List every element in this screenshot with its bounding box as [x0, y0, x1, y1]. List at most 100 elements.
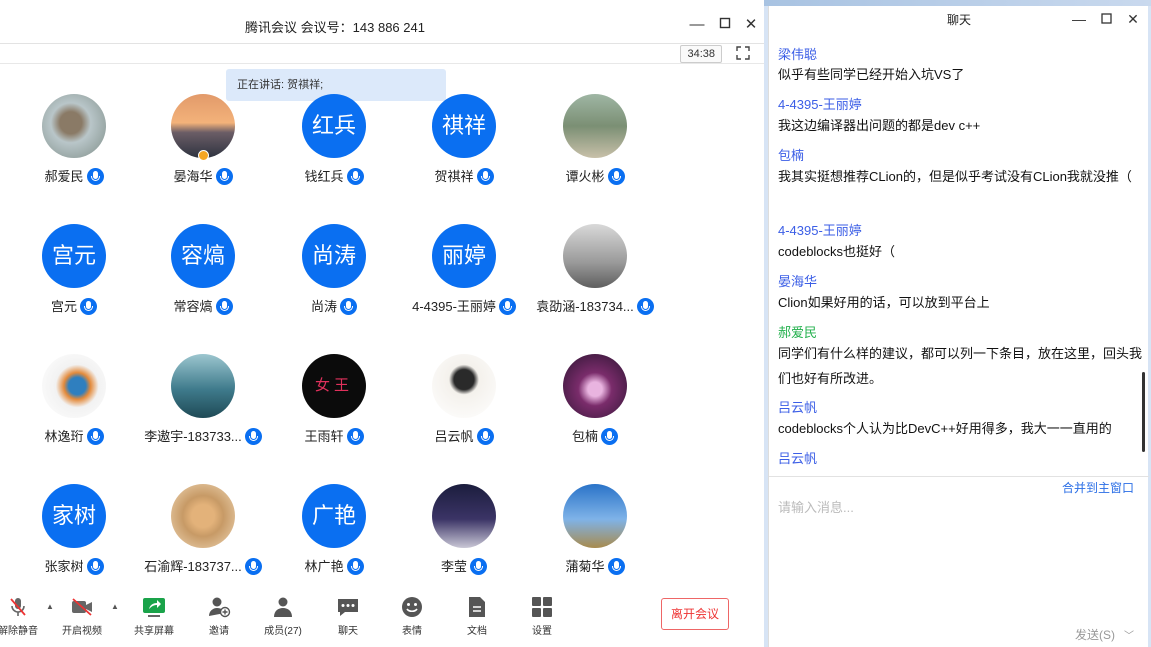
chat-message-text: 同学们有什么样的建议，都可以列一下条目，放在这里，回头我们也好有所改进。 — [778, 346, 1143, 386]
participant-tile[interactable]: 晏海华 — [138, 94, 268, 204]
fullscreen-icon[interactable] — [736, 46, 750, 60]
participant-name: 谭火彬 — [530, 166, 660, 185]
minimize-icon[interactable]: — — [688, 16, 706, 34]
hand-sculpture-photo-icon — [42, 94, 106, 158]
participant-tile[interactable]: 家树 张家树 — [9, 484, 139, 594]
chat-message-text: 我其实挺想推荐CLion的，但是似乎考试没有CLion我就没推（ — [778, 169, 1132, 184]
start-video-button[interactable]: 开启视频 — [54, 596, 110, 637]
participant-name: 宫元 — [9, 296, 139, 315]
participant-name-label: 李遨宇-183733... — [144, 429, 242, 444]
members-button[interactable]: 成员(27) — [255, 596, 311, 637]
participant-tile[interactable]: 石渝辉-183737... — [138, 484, 268, 594]
participant-name-label: 吕云帆 — [434, 429, 474, 444]
participant-tile[interactable]: 袁劭涵-183734... — [530, 224, 660, 334]
participant-tile[interactable]: 宫元 宫元 — [9, 224, 139, 334]
participant-name: 林广艳 — [269, 556, 399, 575]
send-options-chevron-icon[interactable]: ﹀ — [1124, 627, 1134, 642]
participant-name: 石渝辉-183737... — [138, 556, 268, 575]
document-icon — [469, 597, 485, 617]
chat-sender: 晏海华 — [778, 274, 818, 289]
close-icon[interactable]: ✕ — [742, 16, 760, 34]
chat-window: 聊天 — ✕ 梁伟聪 似乎有些同学已经开始入坑VS了 4-4395-王丽婷 我这边编译… — [768, 6, 1149, 647]
chat-scrollbar[interactable] — [1142, 372, 1145, 452]
anime-girl-icon — [432, 354, 496, 418]
participant-tile[interactable]: 尚涛 尚涛 — [269, 224, 399, 334]
settings-grid-icon — [532, 597, 552, 617]
chat-maximize-icon[interactable] — [1098, 11, 1114, 27]
participant-name-label: 王雨轩 — [304, 429, 344, 444]
participant-tile[interactable]: 包楠 — [530, 354, 660, 464]
share-screen-button[interactable]: 共享屏幕 — [126, 596, 182, 637]
participant-tile[interactable]: 蒲菊华 — [530, 484, 660, 594]
participant-name: 钱红兵 — [269, 166, 399, 185]
avatar-neon-text: 女王 — [314, 377, 353, 394]
participant-tile[interactable]: 容熇 常容熇 — [138, 224, 268, 334]
participant-name: 林逸珩 — [9, 426, 139, 445]
participant-tile[interactable]: 红兵 钱红兵 — [269, 94, 399, 204]
participant-name: 尚涛 — [269, 296, 399, 315]
participant-tile[interactable]: 李莹 — [399, 484, 529, 594]
reactions-button[interactable]: 表情 — [384, 596, 440, 637]
video-options-caret-icon[interactable]: ▲ — [111, 602, 119, 611]
participant-name-label: 宫元 — [50, 299, 77, 314]
chat-sender: 吕云帆 — [778, 451, 818, 466]
avatar: 广艳 — [302, 484, 366, 548]
mic-icon — [340, 298, 357, 315]
mic-icon — [80, 298, 97, 315]
participant-tile[interactable]: 谭火彬 — [530, 94, 660, 204]
chat-sender: 4-4395-王丽婷 — [778, 223, 862, 238]
tower-photo-icon — [563, 484, 627, 548]
participant-tile[interactable]: 丽婷 4-4395-王丽婷 — [399, 224, 529, 334]
leave-meeting-button[interactable]: 离开会议 — [661, 598, 729, 630]
share-screen-label: 共享屏幕 — [134, 626, 174, 637]
meeting-titlebar: 腾讯会议 会议号：143 886 241 — ✕ — [0, 6, 764, 44]
participant-tile[interactable]: 女王王雨轩 — [269, 354, 399, 464]
docs-button[interactable]: 文档 — [449, 596, 505, 637]
kingfisher-photo-icon — [42, 354, 106, 418]
settings-button[interactable]: 设置 — [514, 596, 570, 637]
unmute-button[interactable]: 解除静音 — [0, 596, 46, 637]
participant-tile[interactable]: 广艳 林广艳 — [269, 484, 399, 594]
participant-tile[interactable]: 祺祥 贺祺祥 — [399, 94, 529, 204]
chat-button[interactable]: 聊天 — [320, 596, 376, 637]
start-video-label: 开启视频 — [62, 626, 102, 637]
mic-icon — [346, 168, 364, 185]
chat-close-icon[interactable]: ✕ — [1125, 11, 1141, 27]
participant-name-label: 郝爱民 — [44, 169, 84, 184]
avatar: 容熇 — [171, 224, 235, 288]
chat-message-input[interactable] — [778, 496, 1138, 518]
meeting-title: 腾讯会议 会议号：143 886 241 — [245, 20, 425, 35]
participant-tile[interactable]: 李遨宇-183733... — [138, 354, 268, 464]
chat-message-text: 我这边编译器出问题的都是dev c++ — [778, 118, 981, 133]
chat-message-list[interactable]: 梁伟聪 似乎有些同学已经开始入坑VS了 4-4395-王丽婷 我这边编译器出问题的都是… — [769, 40, 1145, 472]
mic-icon — [86, 558, 104, 575]
chat-minimize-icon[interactable]: — — [1071, 11, 1087, 27]
invite-user-icon — [209, 597, 231, 618]
members-icon — [274, 597, 292, 617]
maximize-icon[interactable] — [716, 16, 734, 34]
chat-bubble-icon — [338, 599, 358, 616]
reactions-label: 表情 — [402, 626, 422, 637]
mic-icon — [346, 428, 364, 445]
bottom-toolbar: 解除静音 ▲ 开启视频 ▲ 共享屏幕 邀请 成员(27) 聊天 表情 文档 设置… — [0, 590, 764, 647]
avatar: 丽婷 — [432, 224, 496, 288]
mic-icon — [636, 298, 654, 315]
participant-tile[interactable]: 郝爱民 — [9, 94, 139, 204]
participant-name-label: 林广艳 — [304, 559, 344, 574]
participant-name: 贺祺祥 — [399, 166, 529, 185]
avatar: 祺祥 — [432, 94, 496, 158]
participant-tile[interactable]: 林逸珩 — [9, 354, 139, 464]
participant-tile[interactable]: 吕云帆 — [399, 354, 529, 464]
participant-name: 4-4395-王丽婷 — [399, 296, 529, 315]
chat-sender: 吕云帆 — [778, 400, 818, 415]
invite-button[interactable]: 邀请 — [191, 596, 247, 637]
mic-icon — [215, 298, 233, 315]
chat-message-text: codeblocks个人认为比DevC++好用得多，我大一一直用的 — [778, 421, 1112, 436]
participant-name-label: 包楠 — [571, 429, 598, 444]
send-button[interactable]: 发送(S) — [1075, 626, 1115, 643]
members-label: 成员(27) — [264, 626, 302, 637]
chat-title: 聊天 — [946, 13, 971, 27]
audio-options-caret-icon[interactable]: ▲ — [46, 602, 54, 611]
participant-name-label: 贺祺祥 — [434, 169, 474, 184]
merge-to-main-link[interactable]: 合并到主窗口 — [1062, 479, 1134, 496]
